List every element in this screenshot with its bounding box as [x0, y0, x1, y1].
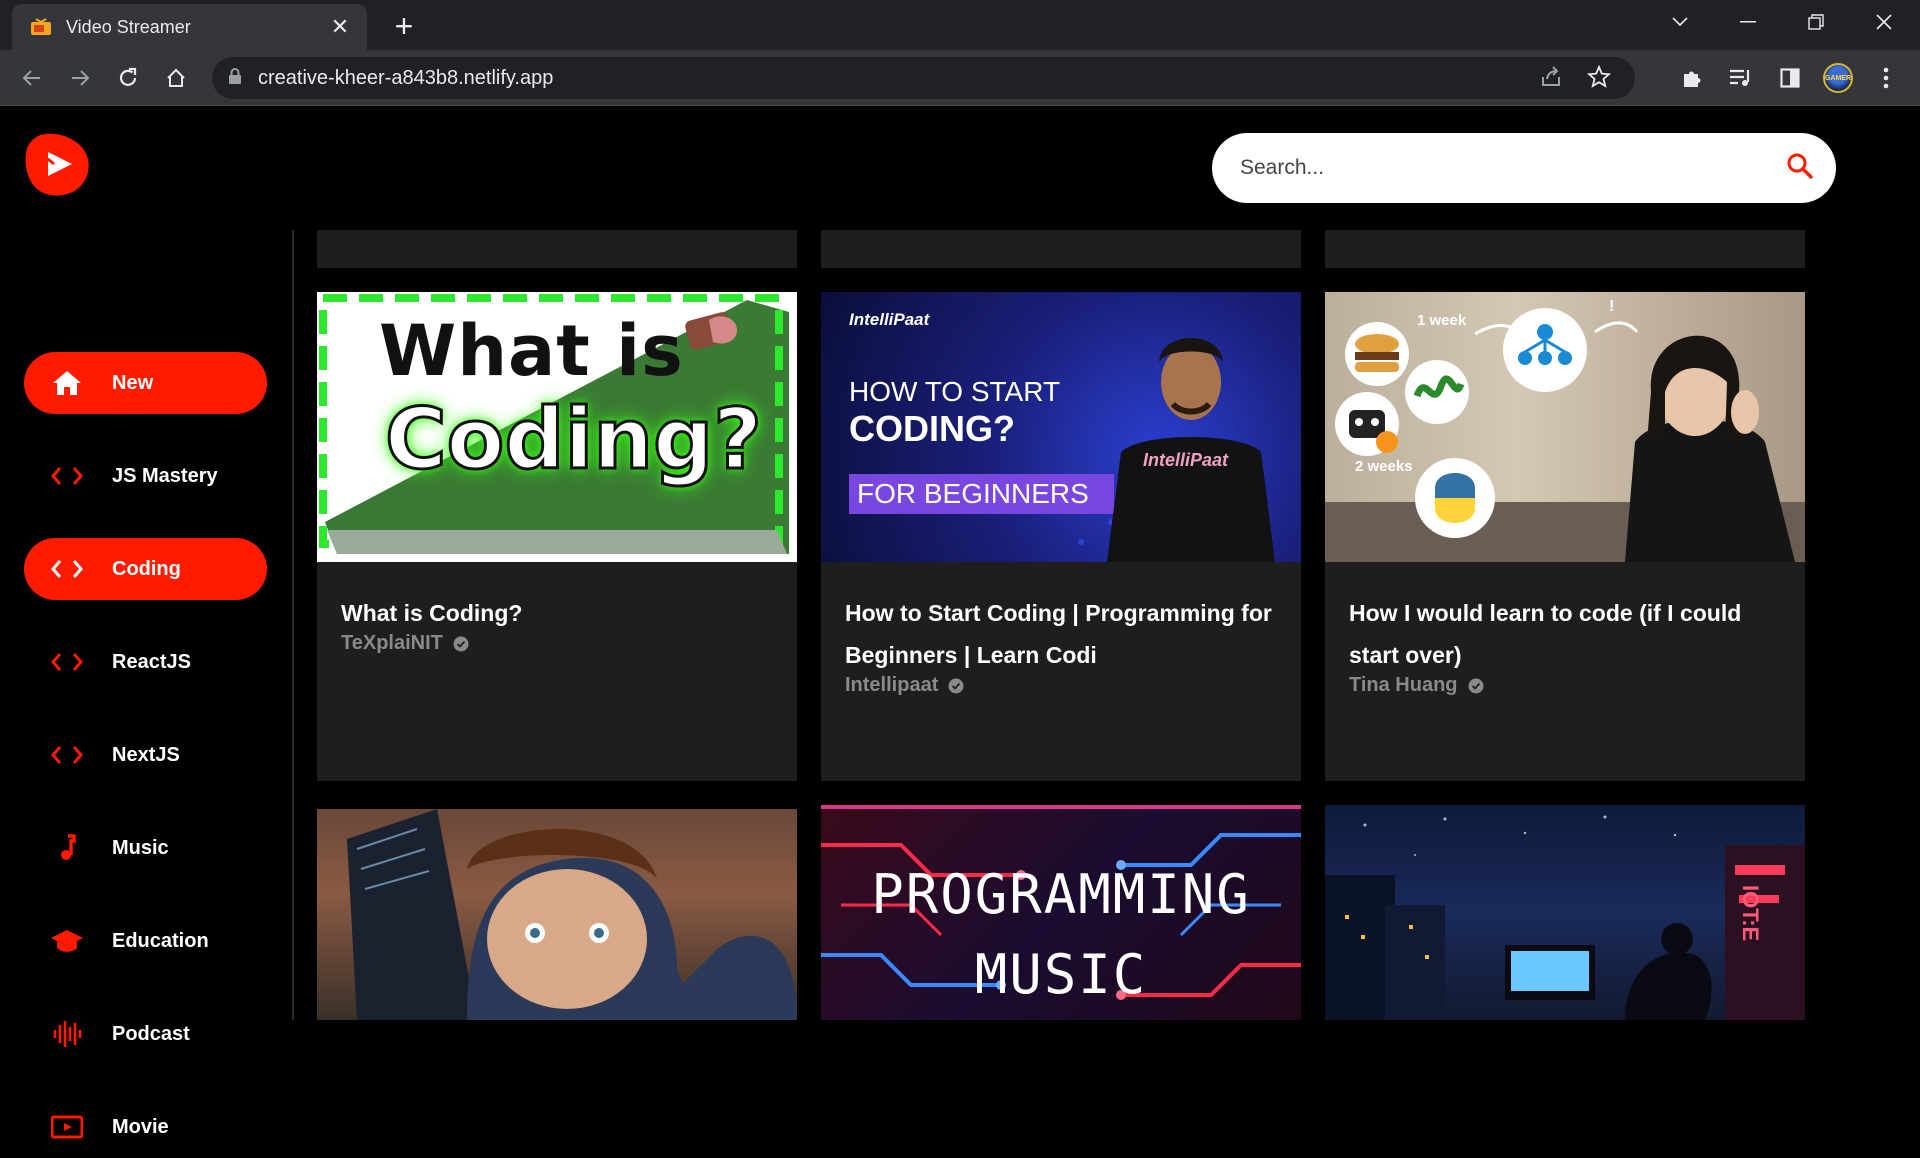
- sidebar-item-label: NextJS: [112, 743, 180, 766]
- thumb-text: HOW TO START: [849, 376, 1061, 407]
- sidebar-item-label: Movie: [112, 1115, 169, 1138]
- verified-check-icon: [453, 636, 469, 651]
- sidebar-item-label: ReactJS: [112, 650, 191, 673]
- tab-search-icon[interactable]: [1650, 0, 1710, 44]
- sidebar: New JS Mastery Coding ReactJS NextJS Mus…: [0, 230, 294, 1139]
- sidebar-item-js-mastery[interactable]: JS Mastery: [24, 445, 267, 507]
- video-thumbnail[interactable]: 1 week 2 weeks !: [1325, 292, 1805, 562]
- code-icon: [50, 554, 84, 584]
- thumb-text: MUSIC: [974, 943, 1148, 1006]
- back-button[interactable]: [12, 58, 52, 98]
- search-icon[interactable]: [1786, 152, 1814, 185]
- thumb-text: What is: [379, 310, 684, 392]
- share-icon[interactable]: [1539, 65, 1563, 94]
- thumb-text: 1 week: [1417, 312, 1467, 329]
- video-title[interactable]: What is Coding?: [341, 592, 771, 634]
- sidebar-item-education[interactable]: Education: [24, 910, 267, 972]
- sidebar-item-label: New: [112, 371, 154, 394]
- video-thumbnail[interactable]: What is Coding?: [317, 292, 797, 562]
- channel-name[interactable]: TeXplaiNIT: [341, 632, 469, 655]
- video-card[interactable]: [317, 809, 797, 1020]
- channel-name[interactable]: Intellipaat: [845, 674, 964, 697]
- music-note-icon: [50, 833, 84, 863]
- video-title[interactable]: How I would learn to code (if I could st…: [1349, 592, 1779, 676]
- home-icon: [50, 368, 84, 398]
- video-thumbnail[interactable]: PROGRAMMING MUSIC: [821, 805, 1301, 1020]
- side-panel-icon[interactable]: [1770, 58, 1810, 98]
- url-text: creative-kheer-a843b8.netlify.app: [258, 66, 554, 89]
- browser-tab[interactable]: Video Streamer ✕: [12, 4, 367, 50]
- minimize-button[interactable]: [1718, 0, 1778, 44]
- channel-label: TeXplaiNIT: [341, 632, 443, 654]
- new-tab-button[interactable]: +: [384, 8, 424, 44]
- thumb-text: CODING?: [849, 408, 1015, 449]
- search-bar[interactable]: [1212, 133, 1836, 203]
- browser-titlebar: Video Streamer ✕ +: [0, 0, 1920, 50]
- thumb-text: 2 weeks: [1355, 458, 1413, 475]
- thumb-text: PROGRAMMING: [871, 863, 1251, 926]
- video-card[interactable]: IOT:E: [1325, 805, 1805, 1020]
- tab-close-icon[interactable]: ✕: [327, 14, 353, 40]
- tv-favicon-icon: [30, 18, 52, 36]
- home-button[interactable]: [156, 58, 196, 98]
- sidebar-item-label: JS Mastery: [112, 464, 218, 487]
- thumb-text: !: [1609, 298, 1615, 315]
- channel-name[interactable]: Tina Huang: [1349, 674, 1484, 697]
- lock-icon: [228, 67, 242, 89]
- sidebar-item-label: Music: [112, 836, 169, 859]
- code-icon: [50, 740, 84, 770]
- sidebar-item-movie[interactable]: Movie: [24, 1096, 267, 1158]
- video-card[interactable]: PROGRAMMING MUSIC: [821, 805, 1301, 1020]
- app-page: New JS Mastery Coding ReactJS NextJS: [0, 107, 1920, 1139]
- sidebar-item-new[interactable]: New: [24, 352, 267, 414]
- close-window-button[interactable]: [1854, 0, 1914, 44]
- media-queue-icon[interactable]: [1720, 58, 1760, 98]
- profile-badge-text: GAMER: [1824, 74, 1852, 82]
- search-input[interactable]: [1240, 156, 1786, 180]
- app-logo[interactable]: [24, 130, 90, 198]
- video-card[interactable]: What is Coding? What is Coding? TeXplaiN…: [317, 292, 797, 781]
- video-card-partial[interactable]: [317, 230, 797, 268]
- restore-button[interactable]: [1786, 0, 1846, 44]
- video-card[interactable]: IntelliPaat HOW TO START CODING? FOR BEG…: [821, 292, 1301, 781]
- video-thumbnail[interactable]: IntelliPaat HOW TO START CODING? FOR BEG…: [821, 292, 1301, 562]
- verified-check-icon: [948, 678, 964, 693]
- channel-label: Intellipaat: [845, 674, 939, 696]
- video-card-partial[interactable]: [821, 230, 1301, 268]
- profile-avatar[interactable]: GAMER: [1818, 58, 1858, 98]
- extensions-puzzle-icon[interactable]: [1672, 58, 1712, 98]
- sidebar-item-reactjs[interactable]: ReactJS: [24, 631, 267, 693]
- thumb-text: IntelliPaat: [1143, 450, 1229, 470]
- kebab-menu-icon[interactable]: [1866, 58, 1906, 98]
- code-icon: [50, 647, 84, 677]
- video-card[interactable]: 1 week 2 weeks ! How I would learn to co…: [1325, 292, 1805, 781]
- thumb-text: IntelliPaat: [849, 310, 930, 329]
- sidebar-item-nextjs[interactable]: NextJS: [24, 724, 267, 786]
- graduation-cap-icon: [50, 926, 84, 956]
- video-card-partial[interactable]: [1325, 230, 1805, 268]
- forward-button[interactable]: [60, 58, 100, 98]
- thumb-text: Coding?: [384, 389, 764, 490]
- address-bar[interactable]: creative-kheer-a843b8.netlify.app: [212, 57, 1635, 99]
- sidebar-item-coding[interactable]: Coding: [24, 538, 267, 600]
- movie-icon: [50, 1112, 84, 1142]
- tab-title: Video Streamer: [66, 16, 191, 37]
- sidebar-item-label: Podcast: [112, 1022, 190, 1045]
- video-thumbnail[interactable]: [317, 809, 797, 1020]
- thumb-text: FOR BEGINNERS: [857, 478, 1089, 509]
- verified-check-icon: [1468, 678, 1484, 693]
- video-title[interactable]: How to Start Coding | Programming for Be…: [845, 592, 1275, 676]
- sidebar-item-label: Education: [112, 929, 209, 952]
- video-thumbnail[interactable]: IOT:E: [1325, 805, 1805, 1020]
- soundwave-icon: [50, 1019, 84, 1049]
- code-icon: [50, 461, 84, 491]
- channel-label: Tina Huang: [1349, 674, 1458, 696]
- sidebar-item-label: Coding: [112, 557, 181, 580]
- reload-button[interactable]: [108, 58, 148, 98]
- sidebar-item-music[interactable]: Music: [24, 817, 267, 879]
- browser-toolbar: creative-kheer-a843b8.netlify.app GAMER: [0, 50, 1920, 106]
- thumb-text: IOT:E: [1738, 885, 1763, 942]
- sidebar-item-podcast[interactable]: Podcast: [24, 1003, 267, 1065]
- bookmark-star-icon[interactable]: [1586, 64, 1612, 94]
